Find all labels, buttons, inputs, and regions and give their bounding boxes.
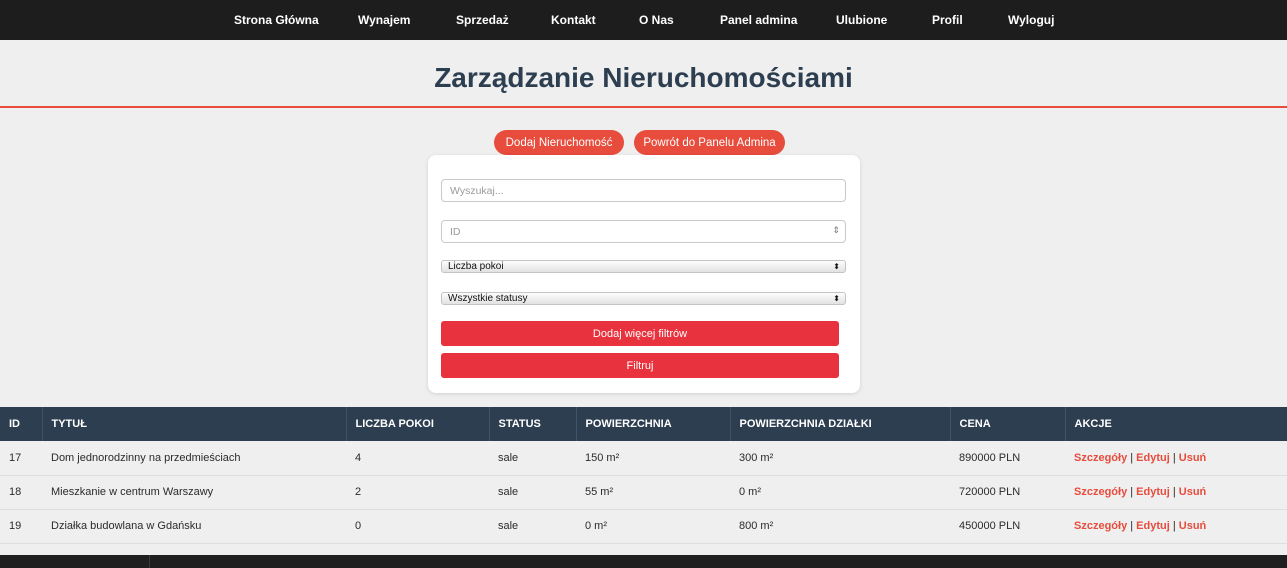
add-property-button[interactable]: Dodaj Nieruchomość (494, 130, 624, 155)
nav-link-home[interactable]: Strona Główna (234, 0, 319, 40)
delete-link[interactable]: Usuń (1179, 486, 1207, 498)
cell-area: 150 m² (576, 441, 730, 476)
cell-title: Dom jednorodzinny na przedmieściach (42, 441, 346, 476)
action-separator: | (1172, 486, 1176, 498)
number-spinner-icon[interactable]: ⇕ (832, 225, 840, 236)
action-separator: | (1130, 520, 1134, 532)
status-select-value: Wszystkie statusy (448, 293, 528, 304)
column-header-rooms[interactable]: LICZBA POKOI (346, 407, 490, 441)
top-navigation: Strona Główna Wynajem Sprzedaż Kontakt O… (0, 0, 1287, 40)
cell-id: 18 (0, 475, 42, 510)
nav-link-about[interactable]: O Nas (639, 0, 674, 40)
details-link[interactable]: Szczegóły (1074, 520, 1127, 532)
column-header-status[interactable]: STATUS (489, 407, 577, 441)
add-more-filters-button[interactable]: Dodaj więcej filtrów (441, 321, 839, 346)
status-bar (0, 555, 1287, 568)
column-header-plot-area[interactable]: POWIERZCHNIA DZIAŁKI (730, 407, 951, 441)
nav-link-logout[interactable]: Wyloguj (1008, 0, 1054, 40)
column-header-title[interactable]: TYTUŁ (42, 407, 347, 441)
cell-price: 450000 PLN (950, 509, 1065, 544)
nav-link-profile[interactable]: Profil (932, 0, 963, 40)
properties-table: ID TYTUŁ LICZBA POKOI STATUS POWIERZCHNI… (0, 407, 1287, 568)
cell-price: 890000 PLN (950, 441, 1065, 476)
cell-rooms: 0 (346, 509, 489, 544)
status-bar-segment (0, 555, 150, 568)
cell-actions: Szczegóły | Edytuj | Usuń (1065, 509, 1287, 544)
cell-actions: Szczegóły | Edytuj | Usuń (1065, 441, 1287, 476)
filter-panel: ⇕ Liczba pokoi ⬍ Wszystkie statusy ⬍ Dod… (428, 155, 860, 393)
cell-plot-area: 300 m² (730, 441, 950, 476)
edit-link[interactable]: Edytuj (1136, 452, 1170, 464)
details-link[interactable]: Szczegóły (1074, 486, 1127, 498)
select-arrows-icon: ⬍ (833, 294, 840, 303)
table-header-row: ID TYTUŁ LICZBA POKOI STATUS POWIERZCHNI… (0, 407, 1287, 441)
cell-rooms: 4 (346, 441, 489, 476)
cell-plot-area: 800 m² (730, 509, 950, 544)
details-link[interactable]: Szczegóły (1074, 452, 1127, 464)
id-input[interactable] (441, 220, 846, 243)
cell-area: 0 m² (576, 509, 730, 544)
cell-id: 19 (0, 509, 42, 544)
nav-link-admin-panel[interactable]: Panel admina (720, 0, 797, 40)
action-separator: | (1172, 520, 1176, 532)
page-title: Zarządzanie Nieruchomościami (434, 62, 853, 93)
delete-link[interactable]: Usuń (1179, 520, 1207, 532)
table-row: 18 Mieszkanie w centrum Warszawy 2 sale … (0, 475, 1287, 510)
nav-link-favorites[interactable]: Ulubione (836, 0, 887, 40)
action-separator: | (1172, 451, 1176, 464)
id-field-wrapper: ⇕ (441, 220, 846, 243)
cell-title: Działka budowlana w Gdańsku (42, 509, 346, 544)
cell-id: 17 (0, 441, 42, 476)
delete-link[interactable]: Usuń (1179, 452, 1207, 464)
table-row: 17 Dom jednorodzinny na przedmieściach 4… (0, 441, 1287, 476)
cell-price: 720000 PLN (950, 475, 1065, 510)
nav-link-contact[interactable]: Kontakt (551, 0, 596, 40)
title-divider (0, 106, 1287, 108)
back-to-admin-button[interactable]: Powrót do Panelu Admina (634, 130, 785, 155)
cell-status: sale (489, 509, 576, 544)
action-separator: | (1130, 486, 1134, 498)
nav-link-sale[interactable]: Sprzedaż (456, 0, 509, 40)
rooms-select[interactable]: Liczba pokoi ⬍ (441, 260, 846, 273)
table-row: 19 Działka budowlana w Gdańsku 0 sale 0 … (0, 509, 1287, 544)
column-header-id[interactable]: ID (0, 407, 43, 441)
status-select[interactable]: Wszystkie statusy ⬍ (441, 292, 846, 305)
cell-status: sale (489, 475, 576, 510)
select-arrows-icon: ⬍ (833, 262, 840, 271)
nav-link-rent[interactable]: Wynajem (358, 0, 410, 40)
column-header-area[interactable]: POWIERZCHNIA (576, 407, 731, 441)
cell-status: sale (489, 441, 576, 476)
action-separator: | (1130, 451, 1134, 464)
edit-link[interactable]: Edytuj (1136, 486, 1170, 498)
cell-area: 55 m² (576, 475, 730, 510)
filter-button[interactable]: Filtruj (441, 353, 839, 378)
cell-title: Mieszkanie w centrum Warszawy (42, 475, 346, 510)
cell-rooms: 2 (346, 475, 489, 510)
cell-plot-area: 0 m² (730, 475, 950, 510)
column-header-actions: AKCJE (1065, 407, 1287, 441)
cell-actions: Szczegóły | Edytuj | Usuń (1065, 475, 1287, 510)
column-header-price[interactable]: CENA (950, 407, 1066, 441)
rooms-select-value: Liczba pokoi (448, 261, 504, 272)
edit-link[interactable]: Edytuj (1136, 520, 1170, 532)
search-input[interactable] (441, 179, 846, 202)
